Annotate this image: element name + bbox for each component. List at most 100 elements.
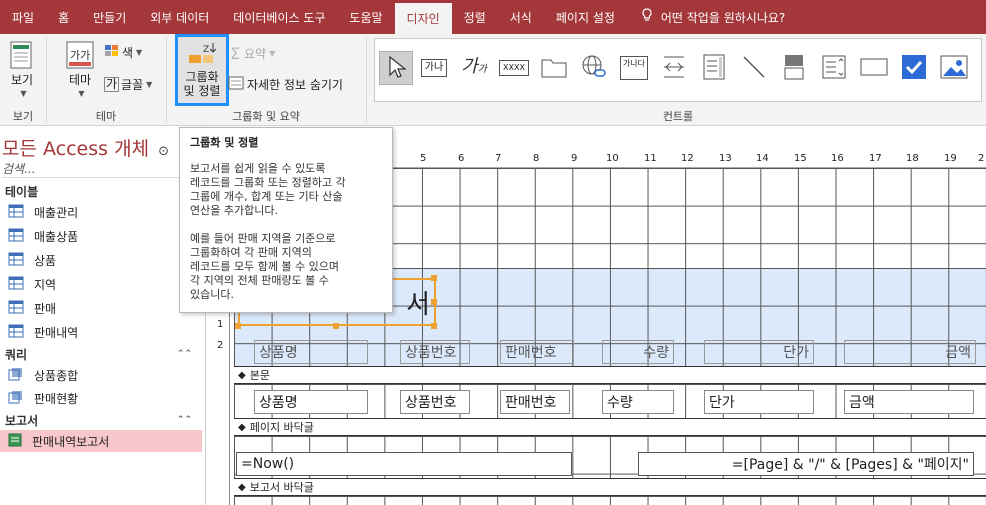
nav-item-table[interactable]: 매출관리 bbox=[0, 201, 202, 223]
nav-item-table[interactable]: 상품 bbox=[0, 249, 202, 271]
list-box-icon bbox=[702, 53, 726, 84]
section-arrow-icon: ◆ bbox=[238, 369, 246, 381]
controls-group-label: 컨트롤 bbox=[662, 110, 694, 123]
header-label-sale-number[interactable]: 판매번호 bbox=[500, 340, 574, 364]
nav-item-query[interactable]: 상품종합 bbox=[0, 364, 202, 386]
section-arrow-icon: ◆ bbox=[238, 421, 246, 433]
label-control[interactable]: 가가 bbox=[457, 51, 491, 85]
header-label-unit-price[interactable]: 단가 bbox=[704, 340, 814, 364]
table-icon bbox=[8, 300, 24, 317]
svg-text:가가: 가가 bbox=[70, 49, 90, 62]
color-button[interactable]: 색 ▼ bbox=[104, 44, 142, 61]
nav-section-tables[interactable]: 테이블 bbox=[0, 181, 202, 201]
ruler-number: 11 bbox=[644, 153, 657, 164]
table-icon bbox=[8, 228, 24, 245]
tab-control[interactable] bbox=[817, 51, 851, 85]
tab-arrange[interactable]: 정렬 bbox=[452, 0, 498, 34]
checkbox-icon bbox=[901, 54, 927, 83]
header-label-quantity[interactable]: 수량 bbox=[602, 340, 674, 364]
nav-section-reports[interactable]: 보고서 ⌃⌃ bbox=[0, 410, 202, 430]
tab-external-data[interactable]: 외부 데이터 bbox=[138, 0, 221, 34]
select-pointer-control[interactable] bbox=[379, 51, 413, 85]
checkbox-control[interactable] bbox=[897, 51, 931, 85]
summary-button[interactable]: Σ 요약 ▼ bbox=[230, 44, 275, 63]
tab-page-setup[interactable]: 페이지 설정 bbox=[544, 0, 627, 34]
header-label-amount[interactable]: 금액 bbox=[844, 340, 976, 364]
report-footer-section-bar[interactable]: ◆ 보고서 바닥글 bbox=[234, 478, 986, 496]
tab-help[interactable]: 도움말 bbox=[337, 0, 394, 34]
ruler-number: 7 bbox=[495, 153, 502, 164]
svg-text:Z: Z bbox=[203, 45, 209, 55]
field-amount[interactable]: 금액 bbox=[844, 390, 974, 414]
nav-item-table[interactable]: 지역 bbox=[0, 273, 202, 295]
nav-search-input[interactable]: 검색... bbox=[2, 160, 202, 178]
tab-home[interactable]: 홈 bbox=[46, 0, 81, 34]
resize-handle[interactable] bbox=[235, 323, 241, 329]
cursor-arrow-icon bbox=[386, 55, 407, 82]
field-unit-price[interactable]: 단가 bbox=[704, 390, 814, 414]
tab-format[interactable]: 서식 bbox=[498, 0, 544, 34]
ribbon-tab-bar: 파일 홈 만들기 외부 데이터 데이터베이스 도구 도움말 디자인 정렬 서식 … bbox=[0, 0, 986, 34]
header-label-product-name[interactable]: 상품명 bbox=[254, 340, 368, 364]
hyperlink-control[interactable] bbox=[577, 51, 611, 85]
nav-item-table[interactable]: 매출상품 bbox=[0, 225, 202, 247]
group-and-sort-button[interactable]: Z 그룹화 및 정렬 bbox=[175, 34, 229, 106]
line-control[interactable] bbox=[737, 51, 771, 85]
folder-control[interactable] bbox=[537, 51, 571, 85]
query-icon bbox=[8, 390, 24, 407]
page-footer-section-bar[interactable]: ◆ 페이지 바닥글 bbox=[234, 418, 986, 436]
field-product-number[interactable]: 상품번호 bbox=[400, 390, 470, 414]
view-button-label: 보기 bbox=[10, 73, 34, 87]
theme-button[interactable]: 가가 테마 ▼ bbox=[62, 40, 98, 101]
table-icon bbox=[8, 204, 24, 221]
font-button[interactable]: 가 글꼴 ▼ bbox=[104, 76, 152, 93]
resize-handle[interactable] bbox=[431, 275, 437, 281]
summary-button-label: 요약 bbox=[244, 47, 267, 61]
tell-me-box[interactable]: 어떤 작업을 원하시나요? bbox=[627, 0, 797, 34]
report-footer-section[interactable] bbox=[234, 496, 986, 505]
textbox-control[interactable]: 가나 bbox=[417, 51, 451, 85]
toggle-button-control[interactable] bbox=[777, 51, 811, 85]
tab-create[interactable]: 만들기 bbox=[81, 0, 138, 34]
hide-details-button[interactable]: 자세한 정보 숨기기 bbox=[228, 76, 343, 93]
page-footer-section-label: 페이지 바닥글 bbox=[249, 421, 314, 434]
rectangle-control[interactable] bbox=[857, 51, 891, 85]
nav-pane-title[interactable]: 모든 Access 개체 ⊙ bbox=[2, 134, 169, 161]
resize-handle[interactable] bbox=[333, 323, 339, 329]
view-button[interactable]: 보기 ▼ bbox=[4, 40, 40, 101]
tab-file[interactable]: 파일 bbox=[0, 0, 46, 34]
nav-item-query[interactable]: 판매현황 bbox=[0, 387, 202, 409]
nav-item-table[interactable]: 판매내역 bbox=[0, 321, 202, 343]
image-control[interactable] bbox=[937, 51, 971, 85]
nav-item-report[interactable]: 판매내역보고서 bbox=[0, 430, 202, 452]
nav-item-label: 매출관리 bbox=[34, 205, 79, 220]
view-group-label: 보기 bbox=[12, 110, 34, 123]
image-placeholder-control[interactable]: 가나다 bbox=[617, 51, 651, 85]
detail-section-bar[interactable]: ◆ 본문 bbox=[234, 366, 986, 384]
header-label-product-number[interactable]: 상품번호 bbox=[400, 340, 470, 364]
ruler-number: 14 bbox=[756, 153, 769, 164]
page-break-control[interactable] bbox=[657, 51, 691, 85]
number-field-control[interactable]: XXXX bbox=[497, 51, 531, 85]
field-product-name[interactable]: 상품명 bbox=[254, 390, 368, 414]
chevron-circle-down-icon[interactable]: ⊙ bbox=[158, 144, 169, 159]
field-page-number[interactable]: =[Page] & "/" & [Pages] & "페이지" bbox=[638, 452, 974, 476]
chevron-double-up-icon[interactable]: ⌃⌃ bbox=[177, 415, 192, 425]
tab-design[interactable]: 디자인 bbox=[394, 3, 452, 34]
tab-control-icon bbox=[821, 54, 847, 83]
tab-database-tools[interactable]: 데이터베이스 도구 bbox=[221, 0, 337, 34]
nav-item-table[interactable]: 판매 bbox=[0, 297, 202, 319]
nav-section-queries[interactable]: 쿼리 ⌃⌃ bbox=[0, 344, 202, 364]
resize-handle[interactable] bbox=[431, 323, 437, 329]
field-sale-number[interactable]: 판매번호 bbox=[500, 390, 570, 414]
label-icon: 가가 bbox=[461, 57, 487, 79]
chevron-down-icon: ▼ bbox=[20, 89, 27, 98]
picture-icon bbox=[940, 55, 968, 82]
ruler-number: 2 bbox=[217, 340, 224, 351]
field-now-date[interactable]: =Now() bbox=[236, 452, 572, 476]
nav-item-label: 지역 bbox=[34, 277, 57, 292]
chevron-double-up-icon[interactable]: ⌃⌃ bbox=[177, 349, 192, 359]
list-control[interactable] bbox=[697, 51, 731, 85]
field-quantity[interactable]: 수량 bbox=[602, 390, 674, 414]
resize-handle[interactable] bbox=[431, 299, 437, 305]
